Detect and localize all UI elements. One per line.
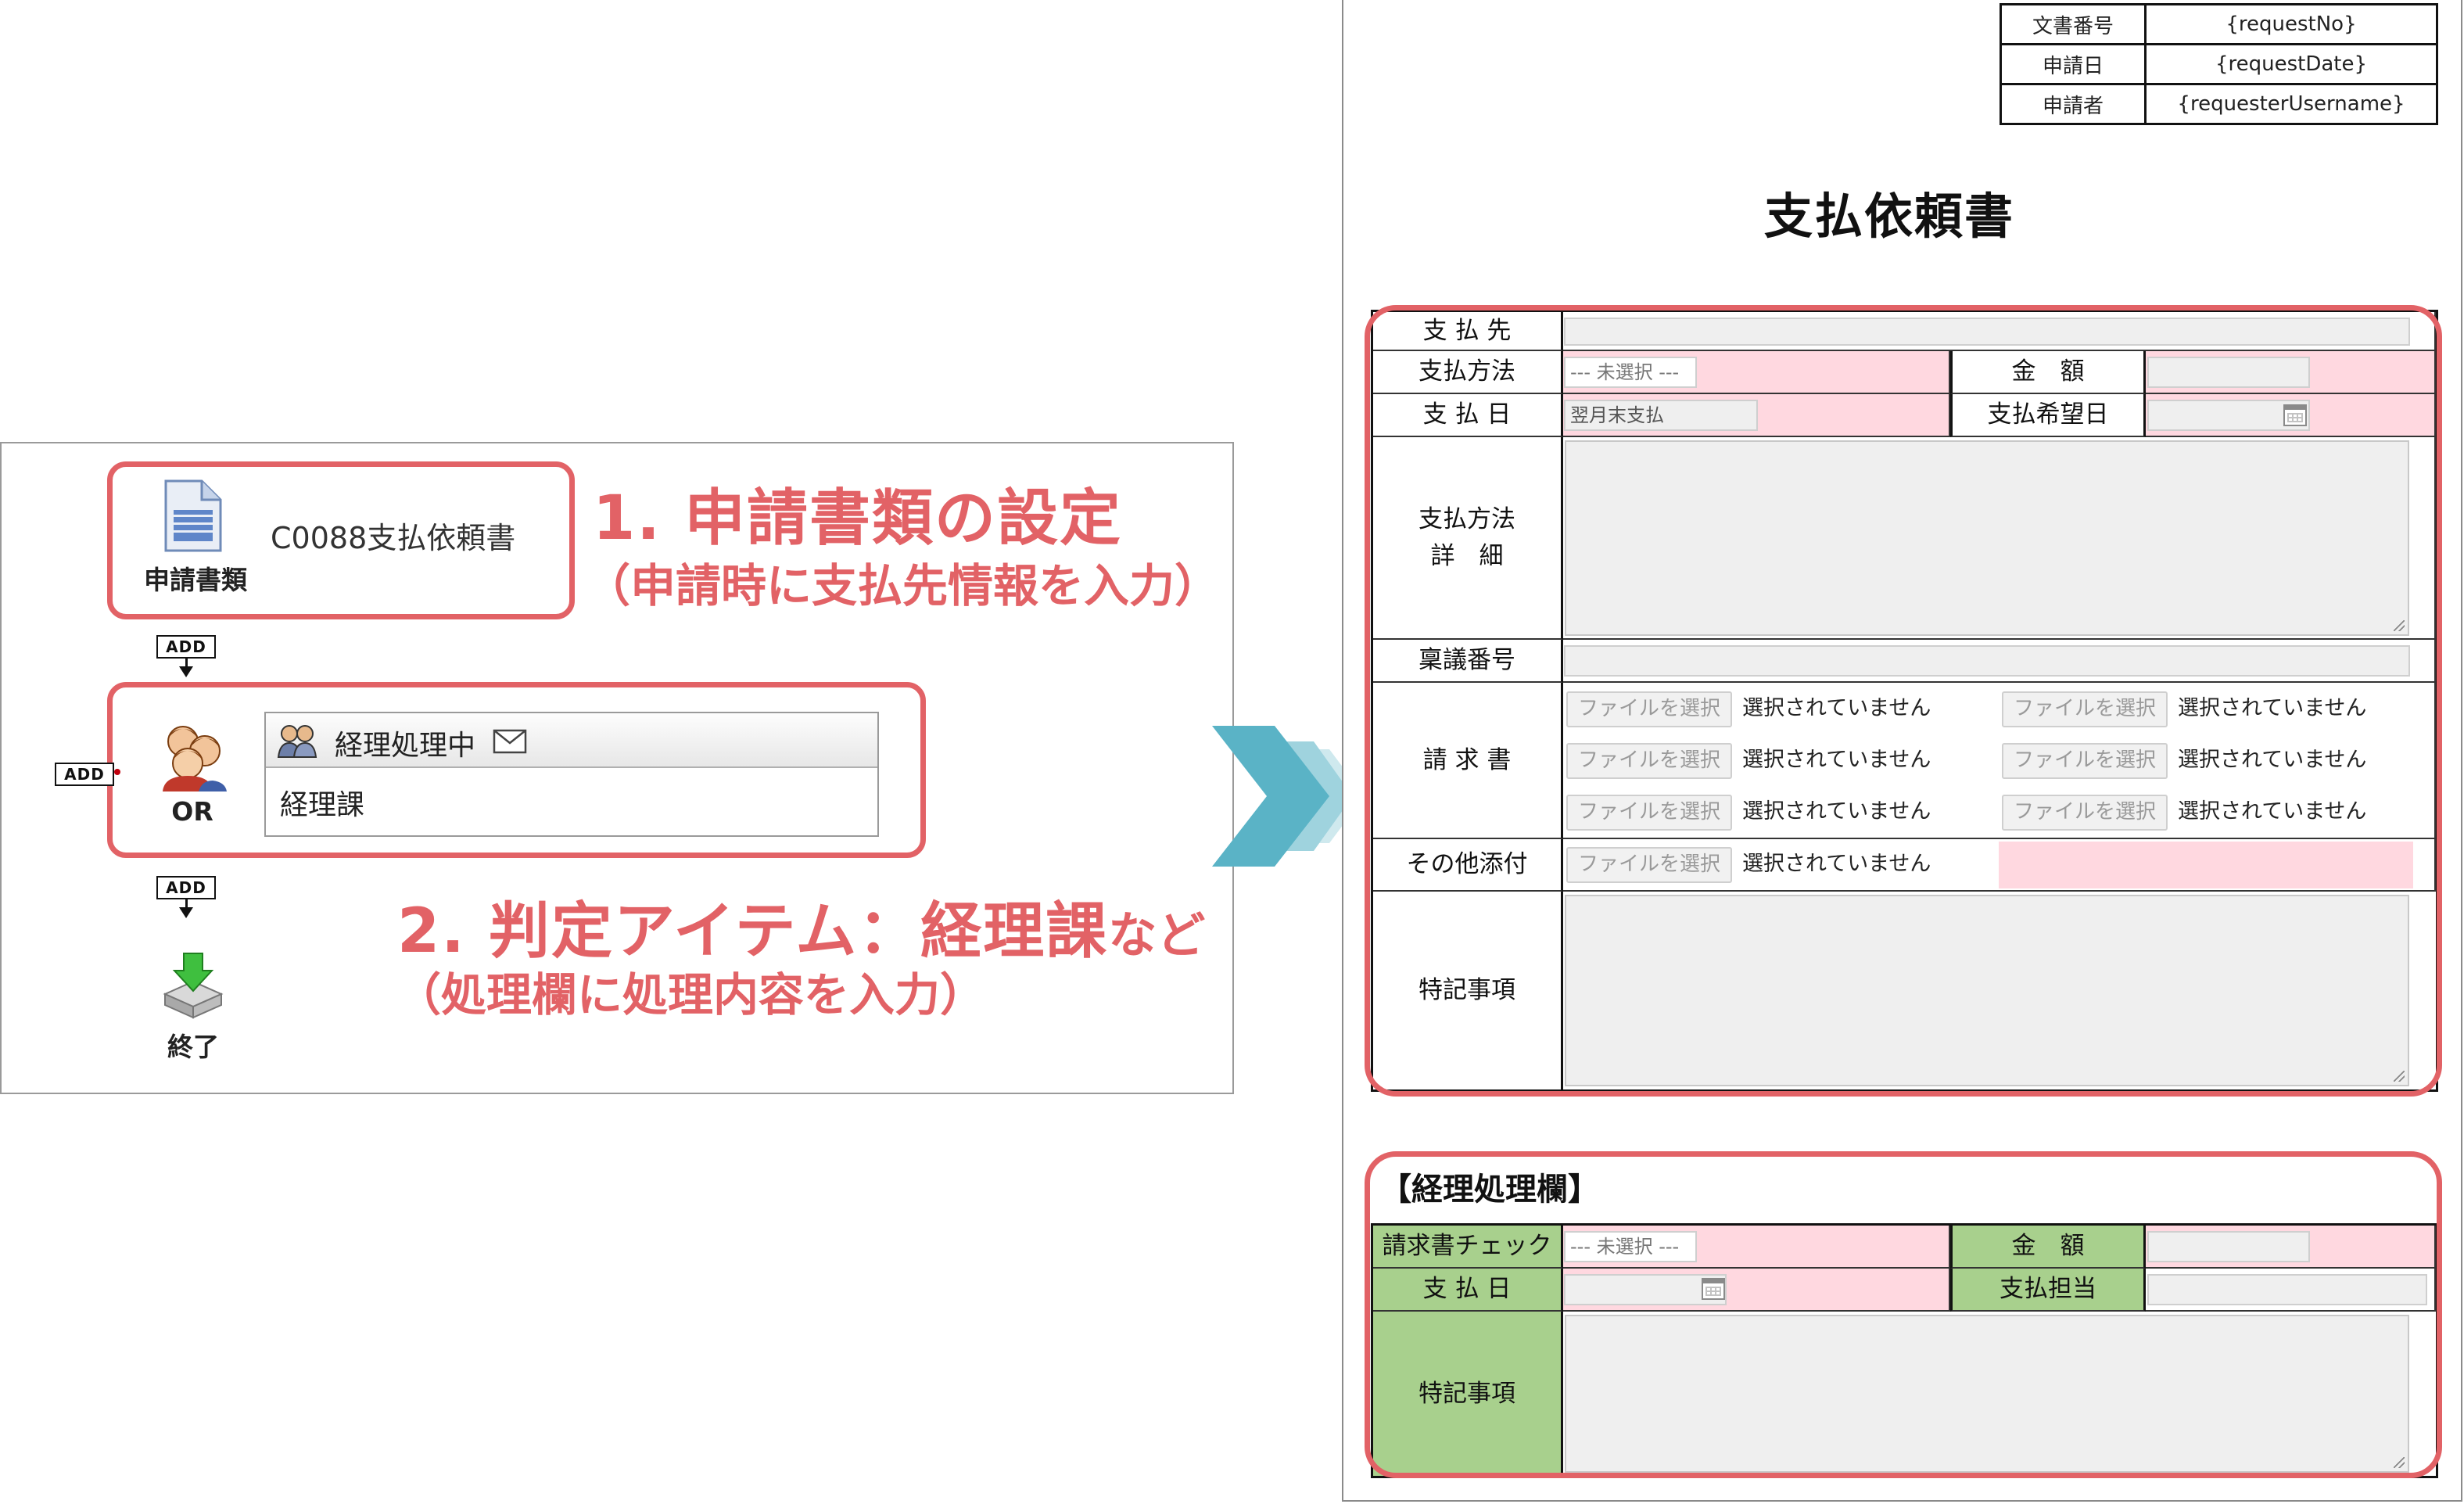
connector-arrow-1 bbox=[179, 666, 193, 677]
doc-node-name[interactable]: C0088支払依頼書 bbox=[271, 514, 515, 557]
mail-icon[interactable] bbox=[493, 729, 527, 754]
meta-key: 申請者 bbox=[2000, 83, 2147, 125]
end-label: 終了 bbox=[167, 1032, 219, 1062]
annotation-2-sub: （処理欄に処理内容を入力） bbox=[396, 968, 986, 1021]
group-icon bbox=[277, 725, 317, 758]
annotation-1-sub: （申請時に支払先情報を入力） bbox=[585, 559, 1221, 612]
judge-item: 経理課 bbox=[280, 789, 365, 821]
connector-1 bbox=[185, 659, 188, 666]
end-icon bbox=[163, 953, 224, 1019]
document-icon[interactable] bbox=[163, 479, 225, 553]
or-label: OR bbox=[171, 796, 213, 827]
doc-node-label: 申請書類 bbox=[144, 565, 247, 595]
meta-key: 文書番号 bbox=[2000, 3, 2147, 45]
meta-table: 文書番号 {requestNo} 申請日 {requestDate} 申請者 {req… bbox=[2000, 3, 2438, 125]
judge-card[interactable]: 経理処理中 経理課 bbox=[264, 712, 879, 837]
highlight-accounting bbox=[1365, 1151, 2442, 1478]
add-button-1[interactable]: ADD bbox=[156, 635, 216, 659]
meta-value: {requestNo} bbox=[2144, 3, 2438, 45]
side-connector-dot bbox=[114, 769, 120, 775]
meta-value: {requesterUsername} bbox=[2144, 83, 2438, 125]
annotation-1-title: 1. 申請書類の設定 bbox=[593, 483, 1123, 554]
add-button-2[interactable]: ADD bbox=[156, 876, 216, 899]
annotation-2-title: 2. 判定アイテム：経理課 bbox=[397, 896, 1109, 967]
highlight-form bbox=[1365, 305, 2442, 1097]
connector-arrow-2 bbox=[179, 907, 193, 918]
meta-value: {requestDate} bbox=[2144, 43, 2438, 85]
annotation-2-title-row: 2. 判定アイテム：経理課など bbox=[397, 882, 1205, 970]
group-users-icon bbox=[163, 726, 227, 791]
meta-key: 申請日 bbox=[2000, 43, 2147, 85]
connector-2 bbox=[185, 899, 188, 907]
add-button-side[interactable]: ADD bbox=[55, 763, 114, 786]
judge-title: 経理処理中 bbox=[335, 730, 476, 762]
annotation-2-suffix: など bbox=[1108, 906, 1206, 964]
document-title: 支払依頼書 bbox=[1763, 188, 2014, 245]
